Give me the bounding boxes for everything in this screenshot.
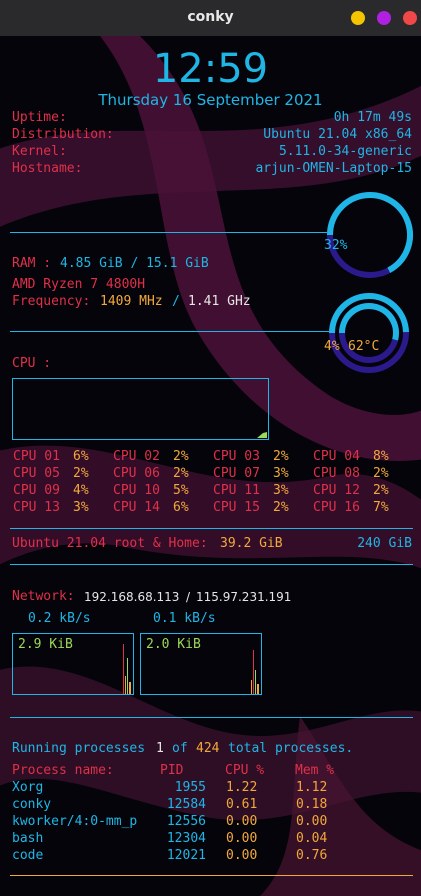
distribution-value: Ubuntu 21.04 x86_64 xyxy=(263,127,412,142)
cpu-temperature: 62°C xyxy=(348,339,380,354)
kernel-value: 5.11.0-34-generic xyxy=(278,144,412,159)
frequency-label: Frequency: xyxy=(12,294,91,309)
distribution-label: Distribution: xyxy=(12,127,114,142)
total-count: 424 xyxy=(196,741,220,756)
maximize-button[interactable] xyxy=(377,11,391,25)
ram-used: 4.85 GiB / 15.1 GiB xyxy=(60,256,209,271)
hostname-label: Hostname: xyxy=(12,161,83,176)
disk-label: Ubuntu 21.04 root & Home: xyxy=(12,536,208,551)
process-name-header: Process name: xyxy=(12,763,114,778)
close-button[interactable] xyxy=(403,11,417,25)
ram-label: RAM : xyxy=(12,256,52,271)
uptime-label: Uptime: xyxy=(12,110,67,125)
network-label: Network: xyxy=(12,589,75,604)
clock-date: Thursday 16 September 2021 xyxy=(98,91,323,109)
window-titlebar[interactable]: conky xyxy=(0,0,421,36)
process-summary-suffix: total processes. xyxy=(228,741,354,756)
process-summary-of: of xyxy=(172,741,188,756)
frequency-separator: / xyxy=(172,294,180,309)
ram-ring-gauge xyxy=(327,192,413,278)
frequency-mhz: 1409 MHz xyxy=(100,294,163,309)
cpu-usage-percent: 4% xyxy=(324,339,340,354)
kernel-label: Kernel: xyxy=(12,144,67,159)
upload-graph: 2.0 KiB xyxy=(140,633,262,695)
local-ip: 192.168.68.113 xyxy=(84,590,180,604)
ram-percent: 32% xyxy=(324,238,348,253)
clock-time: 12:59 xyxy=(152,46,269,92)
upload-total: 2.0 KiB xyxy=(146,637,201,652)
cpu-divider xyxy=(10,331,330,332)
cpu-header: CPU % xyxy=(225,763,265,778)
upload-speed: 0.1 kB/s xyxy=(153,611,216,626)
bottom-divider xyxy=(10,875,413,876)
cpu-usage-graph xyxy=(12,378,269,440)
network-divider xyxy=(10,717,413,718)
ram-ring-fill xyxy=(327,192,413,273)
disk-used: 39.2 GiB xyxy=(220,536,283,551)
pid-header: PID xyxy=(160,763,184,778)
disk-divider-top xyxy=(10,528,413,529)
cpu-usage-ring-fill xyxy=(339,303,399,341)
process-summary-prefix: Running processes xyxy=(12,741,146,756)
download-speed: 0.2 kB/s xyxy=(28,611,91,626)
download-graph-bars xyxy=(123,644,131,694)
cpu-model: AMD Ryzen 7 4800H xyxy=(12,277,146,292)
public-ip: 115.97.231.191 xyxy=(196,590,292,604)
minimize-button[interactable] xyxy=(351,11,365,25)
cpu-graph-spike xyxy=(257,432,267,438)
ip-separator: / xyxy=(186,590,191,604)
disk-total: 240 GiB xyxy=(357,536,412,551)
mem-header: Mem % xyxy=(295,763,335,778)
download-total: 2.9 KiB xyxy=(18,637,73,652)
hostname-value: arjun-OMEN-Laptop-15 xyxy=(255,161,412,176)
conky-panel: 12:59 Thursday 16 September 2021 Uptime:… xyxy=(0,36,421,896)
cpu-graph-label: CPU : xyxy=(12,356,52,371)
uptime-value: 0h 17m 49s xyxy=(333,110,412,125)
running-count: 1 xyxy=(156,741,164,756)
cpu-ring-gauge xyxy=(329,293,409,373)
frequency-ghz: 1.41 GHz xyxy=(188,294,251,309)
disk-divider-bottom xyxy=(10,564,413,565)
download-graph: 2.9 KiB xyxy=(12,633,134,695)
upload-graph-bars xyxy=(251,650,259,694)
ram-divider xyxy=(10,232,330,233)
